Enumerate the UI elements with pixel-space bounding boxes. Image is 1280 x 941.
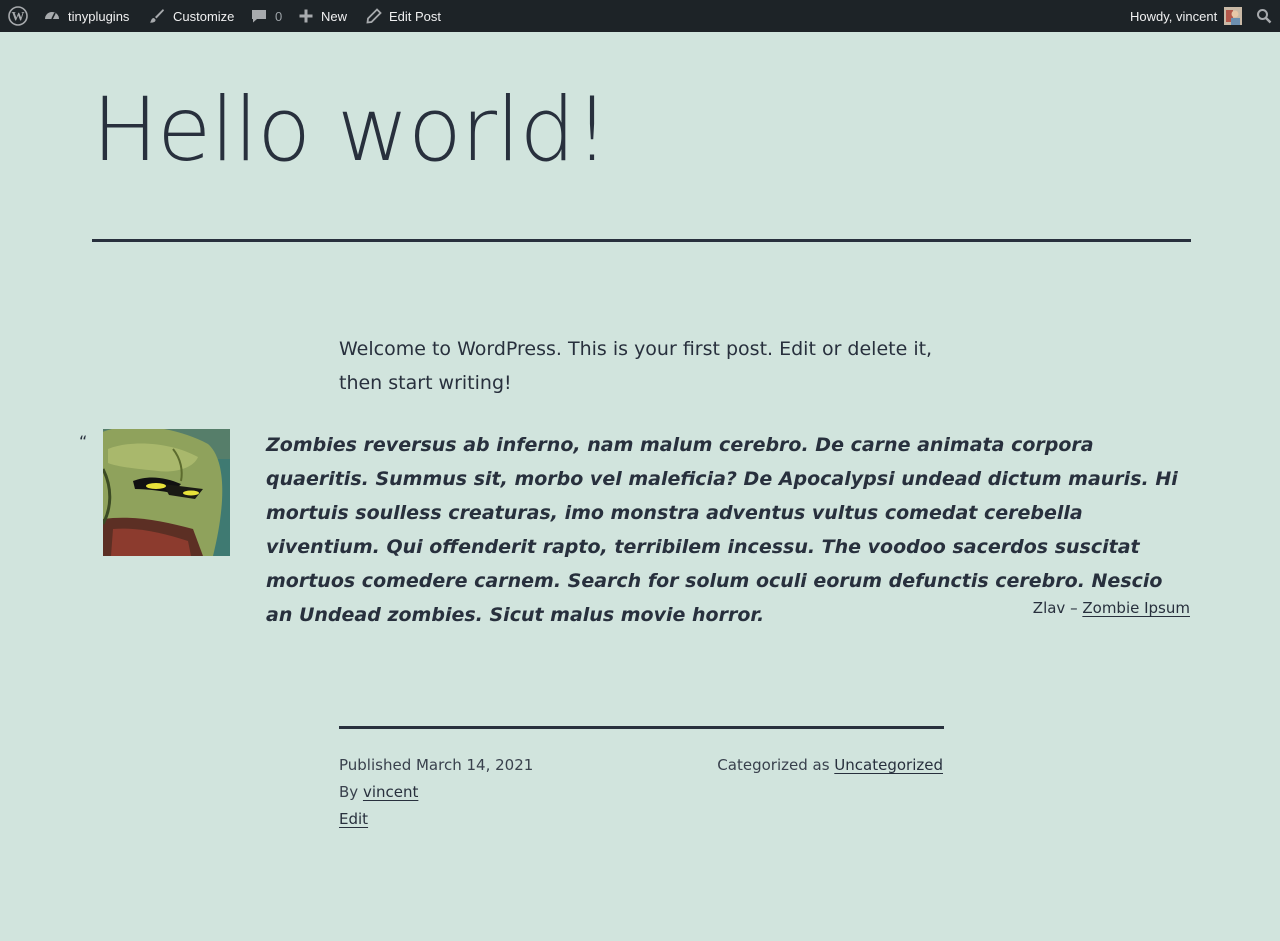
comments-count: 0 xyxy=(275,8,283,24)
title-divider xyxy=(92,239,1191,242)
categories: Categorized as Uncategorized xyxy=(717,752,943,779)
zombie-ipsum-link[interactable]: Zombie Ipsum xyxy=(1082,599,1190,617)
comments-link[interactable]: 0 xyxy=(250,0,282,32)
user-avatar xyxy=(1224,7,1243,25)
post-intro-paragraph: Welcome to WordPress. This is your first… xyxy=(339,338,933,394)
brush-icon xyxy=(148,7,166,25)
categorized-label: Categorized as xyxy=(717,756,830,774)
footer-divider xyxy=(339,726,944,729)
wordpress-logo-icon: W xyxy=(8,6,28,26)
by-label: By xyxy=(339,783,359,801)
author-link[interactable]: vincent xyxy=(363,783,418,801)
quote-citation: Zlav – Zombie Ipsum xyxy=(1033,599,1190,617)
howdy-label: Howdy, vincent xyxy=(1130,8,1218,24)
customize-link[interactable]: Customize xyxy=(148,0,234,32)
plus-icon xyxy=(298,8,314,24)
new-label: New xyxy=(321,8,348,24)
dashboard-icon xyxy=(43,7,61,25)
category-link-uncategorized[interactable]: Uncategorized xyxy=(834,756,943,774)
quote-mark: “ xyxy=(79,432,88,451)
comment-bubble-icon xyxy=(250,7,268,25)
search-icon xyxy=(1256,8,1272,24)
edit-link-container: Edit xyxy=(339,806,368,833)
customize-label: Customize xyxy=(173,8,235,24)
edit-post-label: Edit Post xyxy=(389,8,442,24)
zombie-image xyxy=(103,429,230,556)
new-content-menu[interactable]: New xyxy=(298,0,347,32)
site-name: tinyplugins xyxy=(68,8,130,24)
edit-post-link[interactable]: Edit Post xyxy=(366,0,441,32)
post-title: Hello world! xyxy=(92,78,610,181)
admin-bar: W tinyplugins Customize 0 New Edit Post … xyxy=(0,0,1280,32)
wordpress-logo-menu[interactable]: W xyxy=(8,0,28,32)
byline: By vincent xyxy=(339,779,418,806)
my-account-menu[interactable]: Howdy, vincent xyxy=(1130,0,1243,32)
svg-text:W: W xyxy=(12,9,25,24)
citation-author: Zlav – xyxy=(1032,599,1078,617)
edit-link[interactable]: Edit xyxy=(339,810,368,828)
pencil-icon xyxy=(366,8,382,24)
admin-search-button[interactable] xyxy=(1256,0,1272,32)
site-name-menu[interactable]: tinyplugins xyxy=(43,0,129,32)
posted-on: Published March 14, 2021 xyxy=(339,756,534,774)
